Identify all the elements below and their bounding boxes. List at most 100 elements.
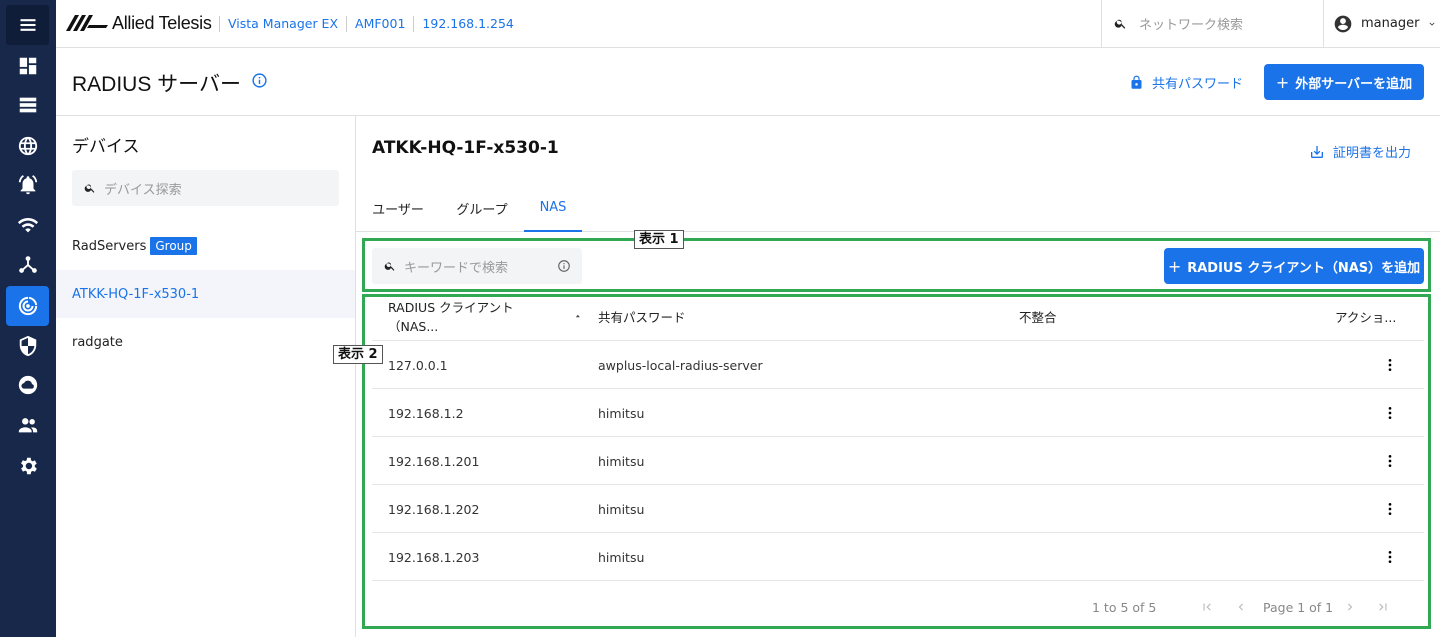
alarm-icon	[18, 175, 37, 195]
nav-security[interactable]	[6, 326, 49, 366]
nav-radius[interactable]	[6, 286, 49, 326]
column-header-actions: アクショ...	[1335, 309, 1397, 325]
column-header-mismatch[interactable]: 不整合	[1019, 298, 1057, 334]
table-row: 192.168.1.202 himitsu	[372, 484, 1424, 532]
last-page-button[interactable]	[1376, 599, 1394, 617]
column-header-client[interactable]: RADIUS クライアント（NAS...	[388, 298, 583, 334]
nav-wifi[interactable]	[6, 205, 49, 245]
nav-cloud[interactable]	[6, 365, 49, 405]
first-page-button[interactable]	[1200, 599, 1218, 617]
device-item-radgate[interactable]: radgate	[56, 318, 355, 366]
more-vert-icon[interactable]	[1382, 453, 1398, 469]
more-vert-icon[interactable]	[1382, 405, 1398, 421]
export-certificate-button[interactable]: 証明書を出力	[1309, 142, 1411, 161]
first-page-icon	[1203, 603, 1211, 611]
breadcrumb-item[interactable]: AMF001	[346, 15, 413, 32]
breadcrumb-item[interactable]: 192.168.1.254	[413, 15, 521, 32]
device-item-atkk-hq-1f-x530-1[interactable]: ATKK-HQ-1F-x530-1	[56, 270, 355, 318]
add-radius-client-label: RADIUS クライアント（NAS）を追加	[1187, 260, 1421, 276]
previous-page-button[interactable]	[1234, 599, 1252, 617]
info-icon[interactable]	[557, 259, 571, 273]
top-bar: Allied Telesis Vista Manager EX AMF001 1…	[56, 0, 1440, 48]
device-item-radservers[interactable]: RadServers Group	[56, 222, 355, 270]
nav-settings[interactable]	[6, 446, 49, 486]
cell-password: himitsu	[598, 501, 645, 517]
app-root: Allied Telesis Vista Manager EX AMF001 1…	[0, 0, 1440, 637]
last-page-icon	[1379, 603, 1387, 611]
network-search-placeholder: ネットワーク検索	[1139, 18, 1244, 33]
cloud-icon	[18, 375, 37, 395]
plus-icon: +	[1275, 72, 1290, 92]
page-header: RADIUS サーバー 共有パスワード + 外部サーバーを追加	[56, 48, 1440, 116]
device-item-label: radgate	[72, 334, 123, 350]
more-vert-icon[interactable]	[1382, 549, 1398, 565]
device-search-placeholder: デバイス探索	[104, 182, 182, 198]
radius-icon	[18, 296, 37, 316]
nav-alarm[interactable]	[6, 165, 49, 205]
tab-groups[interactable]: グループ	[445, 185, 519, 232]
lock-icon	[1131, 75, 1142, 89]
brand-name: Allied Telesis	[112, 12, 212, 33]
cell-password: himitsu	[598, 405, 645, 421]
search-icon	[84, 184, 95, 193]
search-icon	[384, 262, 395, 271]
brand-logo[interactable]: Allied Telesis	[66, 10, 212, 36]
device-item-label: RadServers	[72, 238, 147, 254]
device-search-input[interactable]: デバイス探索	[72, 170, 339, 206]
cell-client: 192.168.1.202	[388, 501, 480, 517]
sort-ascending-icon	[576, 314, 581, 318]
cell-client: 192.168.1.201	[388, 453, 480, 469]
tab-users[interactable]: ユーザー	[362, 185, 434, 232]
cell-client: 192.168.1.203	[388, 549, 480, 565]
keyword-search-placeholder: キーワードで検索	[404, 260, 509, 276]
nav-dashboard[interactable]	[6, 46, 49, 86]
topology-icon	[18, 256, 37, 273]
shared-password-label: 共有パスワード	[1152, 77, 1244, 92]
nav-topology[interactable]	[6, 245, 49, 285]
tab-nas[interactable]: NAS	[524, 185, 582, 232]
users-icon	[18, 418, 37, 433]
export-certificate-label: 証明書を出力	[1333, 146, 1412, 161]
cell-password: awplus-local-radius-server	[598, 357, 763, 373]
breadcrumb-item[interactable]: Vista Manager EX	[219, 15, 346, 32]
allied-telesis-logo-icon	[66, 15, 108, 31]
shield-icon	[19, 335, 36, 357]
chevron-down-icon	[1429, 22, 1435, 26]
plus-icon: +	[1167, 256, 1182, 276]
callout-label-1: 表示 1	[634, 230, 684, 249]
column-header-password[interactable]: 共有パスワード	[598, 298, 686, 334]
dashboard-icon	[19, 57, 36, 75]
table-bottom-border	[372, 580, 1424, 581]
add-external-server-button[interactable]: + 外部サーバーを追加	[1264, 64, 1424, 100]
menu-button[interactable]	[6, 5, 49, 45]
page-indicator: Page 1 of 1	[1263, 600, 1334, 615]
nav-users[interactable]	[6, 405, 49, 445]
network-search-input[interactable]: ネットワーク検索	[1101, 0, 1323, 47]
chevron-left-icon	[1238, 603, 1243, 611]
device-heading: デバイス	[72, 137, 140, 157]
info-icon[interactable]	[251, 72, 268, 89]
nav-globe[interactable]	[6, 126, 49, 166]
pagination-summary: 1 to 5 of 5	[1092, 600, 1157, 615]
more-vert-icon[interactable]	[1382, 357, 1398, 373]
device-title: ATKK-HQ-1F-x530-1	[372, 138, 559, 158]
shared-password-button[interactable]: 共有パスワード	[1129, 73, 1243, 92]
column-header-label: RADIUS クライアント（NAS...	[388, 300, 514, 334]
wifi-icon	[17, 218, 38, 233]
table-row: 192.168.1.203 himitsu	[372, 532, 1424, 580]
keyword-search-input[interactable]: キーワードで検索	[372, 248, 582, 284]
globe-icon	[18, 136, 37, 156]
table-row: 192.168.1.201 himitsu	[372, 436, 1424, 484]
download-icon	[1311, 145, 1323, 158]
cell-client: 127.0.0.1	[388, 357, 448, 373]
add-external-server-label: 外部サーバーを追加	[1295, 76, 1413, 92]
next-page-button[interactable]	[1343, 599, 1361, 617]
table-row: 127.0.0.1 awplus-local-radius-server	[372, 340, 1424, 388]
cell-password: himitsu	[598, 453, 645, 469]
tab-bar: ユーザー グループ NAS	[356, 185, 1440, 232]
nav-list[interactable]	[6, 85, 49, 125]
user-menu[interactable]: manager	[1323, 0, 1440, 47]
more-vert-icon[interactable]	[1382, 501, 1398, 517]
account-icon	[1334, 15, 1352, 32]
add-radius-client-button[interactable]: + RADIUS クライアント（NAS）を追加	[1164, 248, 1424, 284]
